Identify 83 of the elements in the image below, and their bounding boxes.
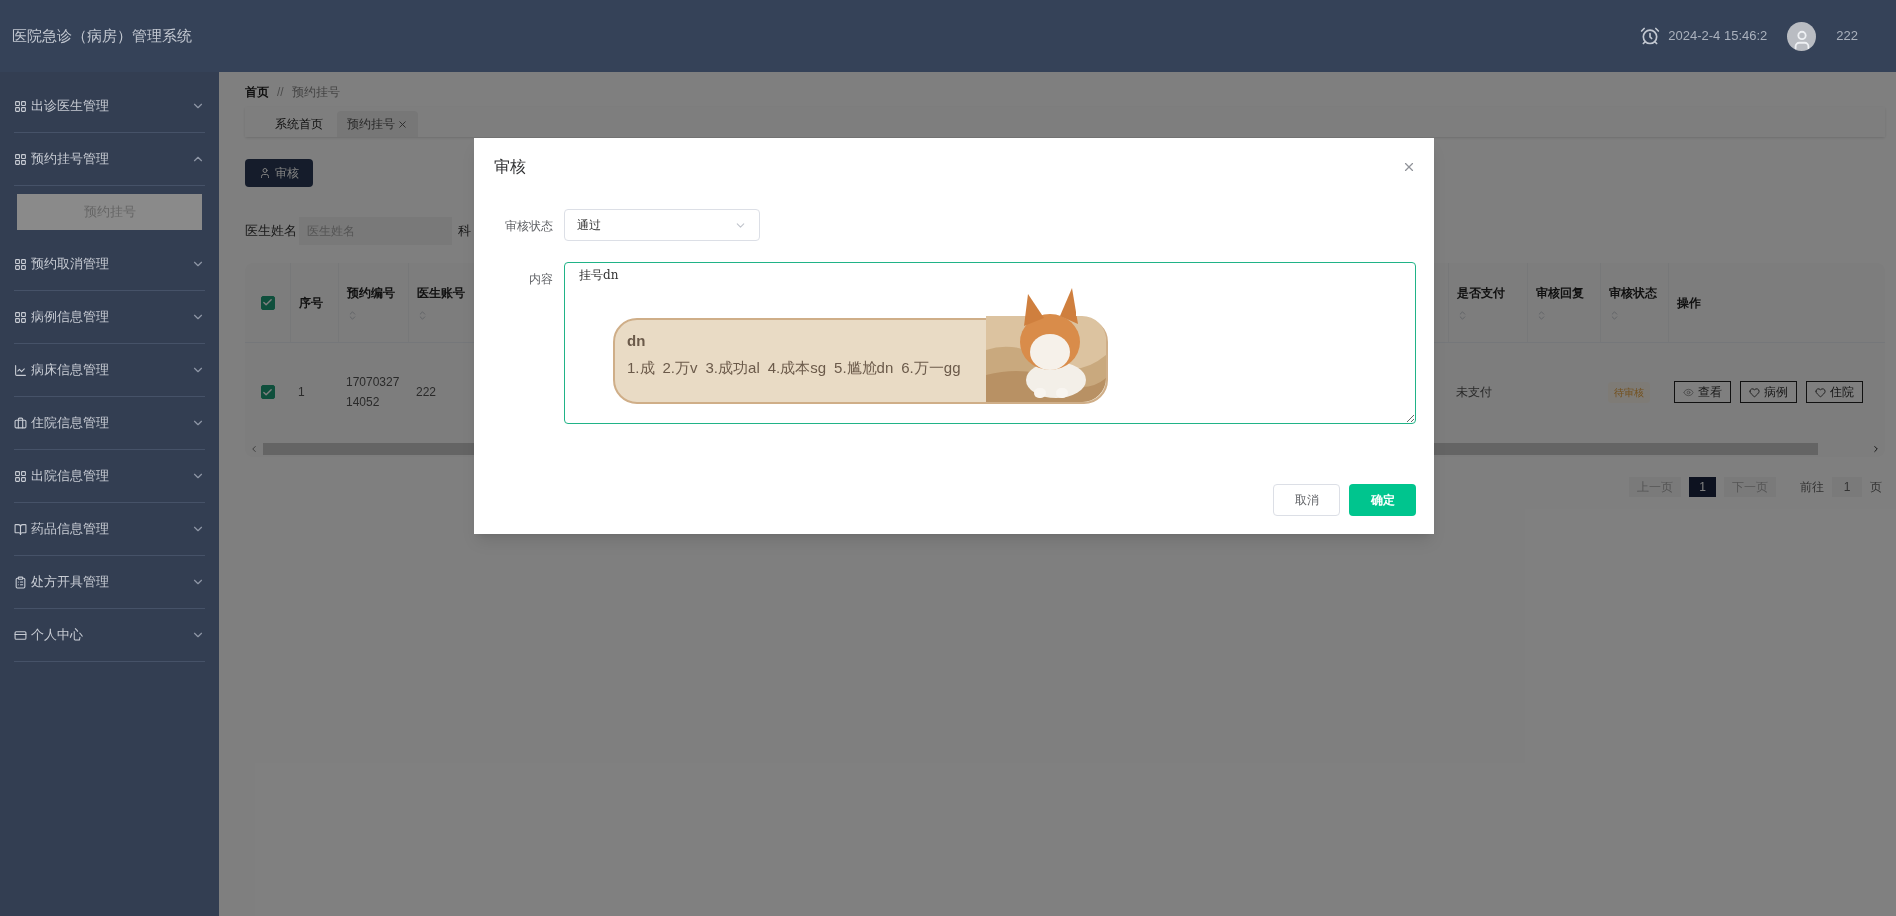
book-icon (14, 522, 27, 536)
sidebar-label: 住院信息管理 (31, 414, 109, 433)
tab[interactable]: 系统首页 (265, 111, 333, 137)
ime-candidate[interactable]: 5.尴尬dn (834, 356, 894, 379)
tab[interactable]: 预约挂号 (337, 111, 418, 137)
column-header: 操作 (1677, 294, 1701, 312)
column-header: 审核状态 (1609, 285, 1657, 302)
status-select[interactable]: 通过 (564, 209, 760, 241)
sidebar-label: 药品信息管理 (31, 520, 109, 539)
breadcrumb-item[interactable]: 首页 (245, 83, 269, 101)
sidebar-label: 病例信息管理 (31, 308, 109, 327)
sidebar-item[interactable]: 病例信息管理 (14, 291, 205, 344)
table-cell-text: 1707032714052 (346, 374, 400, 411)
ime-candidate[interactable]: 6.万一gg (901, 356, 961, 379)
datetime: 2024-2-4 15:46:2 (1668, 27, 1768, 46)
heart-icon (1749, 386, 1760, 398)
close-icon[interactable] (397, 118, 408, 130)
chart-icon (14, 363, 27, 377)
action-button[interactable]: 病例 (1740, 381, 1797, 403)
filter-label: 科 (458, 222, 471, 241)
table-cell-text: 未支付 (1456, 384, 1492, 401)
action-button[interactable]: 住院 (1806, 381, 1863, 403)
sidebar-label: 个人中心 (31, 626, 83, 645)
card-icon (14, 628, 27, 642)
breadcrumb-separator: // (277, 84, 284, 101)
alarm-clock-icon (1640, 26, 1661, 46)
user-icon (259, 167, 271, 179)
table-cell-text: 222 (416, 384, 437, 401)
column-header: 医生账号 (417, 285, 465, 302)
sidebar-item[interactable]: 病床信息管理 (14, 344, 205, 397)
sidebar-label: 预约挂号管理 (31, 150, 109, 169)
sidebar-item[interactable]: 住院信息管理 (14, 397, 205, 450)
sidebar-item[interactable]: 个人中心 (14, 609, 205, 662)
avatar[interactable] (1787, 21, 1817, 51)
page-input[interactable]: 1 (1832, 477, 1862, 497)
audit-button[interactable]: 审核 (245, 159, 313, 187)
grid-icon (14, 257, 27, 271)
checkbox[interactable] (260, 385, 275, 399)
field-label: 审核状态 (504, 218, 553, 235)
action-button[interactable]: 查看 (1674, 381, 1731, 403)
sidebar-item[interactable]: 预约挂号管理 (14, 133, 205, 186)
grid-icon (14, 152, 27, 166)
sidebar-item[interactable]: 药品信息管理 (14, 503, 205, 556)
page-button[interactable]: 1 (1689, 477, 1716, 497)
username: 222 (1836, 27, 1858, 46)
scroll-right-icon[interactable] (1871, 444, 1881, 454)
column-header: 是否支付 (1457, 285, 1505, 302)
ime-candidate[interactable]: 1.成 (627, 356, 655, 379)
sidebar-item[interactable]: 出诊医生管理 (14, 80, 205, 133)
field-label: 内容 (528, 271, 553, 288)
clipboard-icon (14, 575, 27, 589)
briefcase-icon (14, 416, 27, 430)
sidebar-item[interactable]: 出院信息管理 (14, 450, 205, 503)
table-cell-text: 1 (298, 384, 305, 401)
ime-candidate[interactable]: 4.成本sg (767, 356, 827, 379)
heart-icon (1815, 386, 1826, 398)
status-tag: 待审核 (1608, 381, 1650, 403)
sidebar-label: 病床信息管理 (31, 361, 109, 380)
column-header: 序号 (299, 294, 323, 312)
sidebar-label: 预约取消管理 (31, 255, 109, 274)
close-icon[interactable] (1402, 160, 1416, 174)
sidebar-label: 处方开具管理 (31, 573, 109, 592)
sidebar-label: 出院信息管理 (31, 467, 109, 486)
goto-label: 前往 (1800, 479, 1824, 496)
eye-icon (1683, 386, 1694, 398)
grid-icon (14, 469, 27, 483)
app-title: 医院急诊（病房）管理系统 (12, 25, 192, 46)
grid-icon (14, 99, 27, 113)
ime-candidate[interactable]: 2.万v (662, 356, 698, 379)
ime-composition: dn (627, 331, 646, 351)
sidebar-item[interactable]: 处方开具管理 (14, 556, 205, 609)
scroll-left-icon[interactable] (249, 444, 259, 454)
ime-candidate[interactable]: 3.成功al (705, 356, 760, 379)
filter-label: 医生姓名 (245, 222, 297, 241)
checkbox[interactable] (260, 295, 275, 310)
sidebar-label: 出诊医生管理 (31, 97, 109, 116)
grid-icon (14, 310, 27, 324)
page-suffix: 页 (1870, 479, 1882, 496)
cancel-button[interactable]: 取消 (1273, 484, 1340, 516)
column-header: 审核回复 (1536, 285, 1584, 302)
dialog-title: 审核 (493, 157, 526, 177)
sidebar-item[interactable]: 预约取消管理 (14, 238, 205, 291)
column-header: 预约编号 (347, 285, 395, 302)
